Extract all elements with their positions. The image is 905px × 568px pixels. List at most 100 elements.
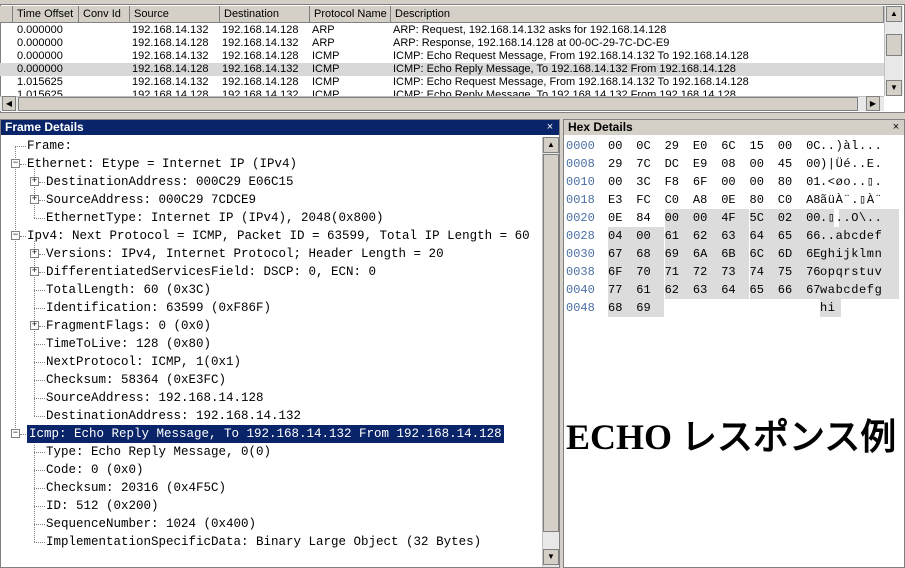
- hex-byte[interactable]: 66: [777, 281, 806, 299]
- column-header-protocol-name[interactable]: Protocol Name: [310, 6, 391, 23]
- tree-node[interactable]: TimeToLive: 128 (0x80): [1, 335, 541, 353]
- tree-node[interactable]: − Ethernet: Etype = Internet IP (IPv4): [1, 155, 541, 173]
- scroll-up-icon[interactable]: ▲: [543, 137, 559, 153]
- tree-node[interactable]: Checksum: 20316 (0x4F5C): [1, 479, 541, 497]
- hex-byte[interactable]: 0C: [636, 137, 664, 155]
- hex-byte[interactable]: 6D: [777, 245, 806, 263]
- hex-byte[interactable]: F8: [665, 173, 693, 191]
- tree-node[interactable]: + DestinationAddress: 000C29 E06C15: [1, 173, 541, 191]
- tree-node[interactable]: EthernetType: Internet IP (IPv4), 2048(0…: [1, 209, 541, 227]
- hex-byte[interactable]: 6B: [721, 245, 750, 263]
- table-row[interactable]: 0.000000 192.168.14.132 192.168.14.128 ICMP…: [0, 50, 884, 63]
- collapse-icon[interactable]: −: [11, 429, 20, 438]
- tree-node[interactable]: Code: 0 (0x0): [1, 461, 541, 479]
- hex-byte[interactable]: 69: [664, 245, 693, 263]
- collapse-icon[interactable]: −: [11, 159, 20, 168]
- hex-byte[interactable]: 00: [636, 227, 665, 245]
- table-row[interactable]: 0.000000 192.168.14.128 192.168.14.132 ARP A…: [0, 37, 884, 50]
- frame-details-close-icon[interactable]: ×: [544, 120, 556, 135]
- column-header-conv-id[interactable]: Conv Id: [79, 6, 130, 23]
- expand-icon[interactable]: +: [30, 249, 39, 258]
- scroll-up-icon[interactable]: ▲: [886, 6, 902, 22]
- hex-byte[interactable]: 0E: [721, 191, 749, 209]
- expand-icon[interactable]: +: [30, 195, 39, 204]
- column-header-destination[interactable]: Destination: [220, 6, 310, 23]
- hex-byte[interactable]: 29: [608, 155, 636, 173]
- hex-byte[interactable]: 6A: [692, 245, 721, 263]
- table-row[interactable]: 0.000000 192.168.14.132 192.168.14.128 ARP A…: [0, 24, 884, 37]
- tree-node[interactable]: ID: 512 (0x200): [1, 497, 541, 515]
- tree-node[interactable]: − Ipv4: Next Protocol = ICMP, Packet ID =…: [1, 227, 541, 245]
- hex-byte[interactable]: 69: [636, 299, 665, 317]
- hex-details-pane[interactable]: Hex Details × 0000 00 0C 29 E0 6C 15 00 0C ..)àl.…: [563, 119, 905, 568]
- frame-details-scrollbar[interactable]: ▲ ▼: [542, 137, 559, 567]
- hex-byte[interactable]: C0: [665, 191, 693, 209]
- hex-dump[interactable]: 0000 00 0C 29 E0 6C 15 00 0C ..)àl... 0008 29 7C DC E9…: [564, 137, 904, 317]
- hex-byte[interactable]: 74: [749, 263, 778, 281]
- hex-byte[interactable]: 65: [749, 281, 778, 299]
- hex-byte[interactable]: 77: [608, 281, 636, 299]
- hex-byte[interactable]: 63: [721, 227, 750, 245]
- hex-byte[interactable]: 00: [692, 209, 721, 227]
- hex-byte[interactable]: 75: [777, 263, 806, 281]
- hex-byte[interactable]: E9: [693, 155, 721, 173]
- tree-node[interactable]: + FragmentFlags: 0 (0x0): [1, 317, 541, 335]
- scroll-thumb[interactable]: [886, 34, 902, 56]
- tree-node[interactable]: Identification: 63599 (0xF86F): [1, 299, 541, 317]
- tree-node[interactable]: DestinationAddress: 192.168.14.132: [1, 407, 541, 425]
- hex-byte[interactable]: 4F: [721, 209, 750, 227]
- hex-byte[interactable]: 00: [608, 137, 636, 155]
- hex-byte[interactable]: 62: [664, 281, 693, 299]
- hex-row[interactable]: 0030 67 68 69 6A 6B 6C 6D 6E ghijklmn: [564, 245, 904, 263]
- hex-byte[interactable]: 68: [636, 245, 665, 263]
- hex-row[interactable]: 0020 0E 84 00 00 4F 5C 02 00 .▯..O\..: [564, 209, 904, 227]
- hex-byte[interactable]: 6C: [721, 137, 749, 155]
- hex-byte[interactable]: 71: [664, 263, 693, 281]
- scroll-thumb[interactable]: [543, 154, 559, 532]
- hex-row[interactable]: 0018 E3 FC C0 A8 0E 80 C0 A8 ãüÀ¨.▯À¨: [564, 191, 904, 209]
- hex-row[interactable]: 0038 6F 70 71 72 73 74 75 76 opqrstuv: [564, 263, 904, 281]
- expand-icon[interactable]: +: [30, 267, 39, 276]
- summary-horizontal-scrollbar[interactable]: ◀ ▶: [0, 96, 884, 111]
- hex-byte[interactable]: 70: [636, 263, 665, 281]
- hex-byte[interactable]: 84: [636, 209, 664, 227]
- hex-byte[interactable]: 0E: [608, 209, 636, 227]
- hex-byte[interactable]: 68: [608, 299, 636, 317]
- tree-node[interactable]: + DifferentiatedServicesField: DSCP: 0, E…: [1, 263, 541, 281]
- hex-byte[interactable]: E0: [693, 137, 721, 155]
- tree-node[interactable]: + SourceAddress: 000C29 7CDCE9: [1, 191, 541, 209]
- tree-node[interactable]: Frame:: [1, 137, 541, 155]
- hex-byte[interactable]: 00: [608, 173, 636, 191]
- table-row[interactable]: 1.015625 192.168.14.132 192.168.14.128 ICMP…: [0, 76, 884, 89]
- hex-byte[interactable]: 64: [721, 281, 750, 299]
- summary-vertical-scrollbar[interactable]: ▲ ▼: [884, 6, 903, 96]
- hex-byte[interactable]: 15: [750, 137, 778, 155]
- tree-node[interactable]: SourceAddress: 192.168.14.128: [1, 389, 541, 407]
- hex-byte[interactable]: 61: [664, 227, 693, 245]
- hex-byte[interactable]: 64: [749, 227, 778, 245]
- hex-byte[interactable]: 6F: [608, 263, 636, 281]
- hex-row[interactable]: 0048 68 69 hi: [564, 299, 904, 317]
- hex-byte[interactable]: E3: [608, 191, 636, 209]
- hex-byte[interactable]: 61: [636, 281, 665, 299]
- hex-byte[interactable]: 7C: [636, 155, 664, 173]
- hex-byte[interactable]: 6C: [749, 245, 778, 263]
- hex-byte[interactable]: DC: [665, 155, 693, 173]
- hex-byte[interactable]: 80: [778, 173, 806, 191]
- hex-byte[interactable]: 3C: [636, 173, 664, 191]
- hex-row[interactable]: 0008 29 7C DC E9 08 00 45 00)|Üé..E.: [564, 155, 904, 173]
- hex-row[interactable]: 0028 04 00 61 62 63 64 65 66 ..abcdef: [564, 227, 904, 245]
- frame-details-pane[interactable]: Frame Details × Frame: − Ethernet: Etype =…: [0, 119, 560, 568]
- hex-byte[interactable]: 00: [721, 173, 749, 191]
- hex-byte[interactable]: 72: [692, 263, 721, 281]
- column-header-time-offset[interactable]: Time Offset: [13, 6, 79, 23]
- hex-byte[interactable]: 73: [721, 263, 750, 281]
- tree-node[interactable]: TotalLength: 60 (0x3C): [1, 281, 541, 299]
- hex-row[interactable]: 0010 00 3C F8 6F 00 00 80 01 .<øo..▯.: [564, 173, 904, 191]
- hex-byte[interactable]: FC: [636, 191, 664, 209]
- hex-byte[interactable]: 67: [608, 245, 636, 263]
- collapse-icon[interactable]: −: [11, 231, 20, 240]
- table-row[interactable]: 0.000000 192.168.14.128 192.168.14.132 ICMP…: [0, 63, 884, 76]
- hex-byte[interactable]: 08: [721, 155, 749, 173]
- hex-details-close-icon[interactable]: ×: [890, 120, 902, 135]
